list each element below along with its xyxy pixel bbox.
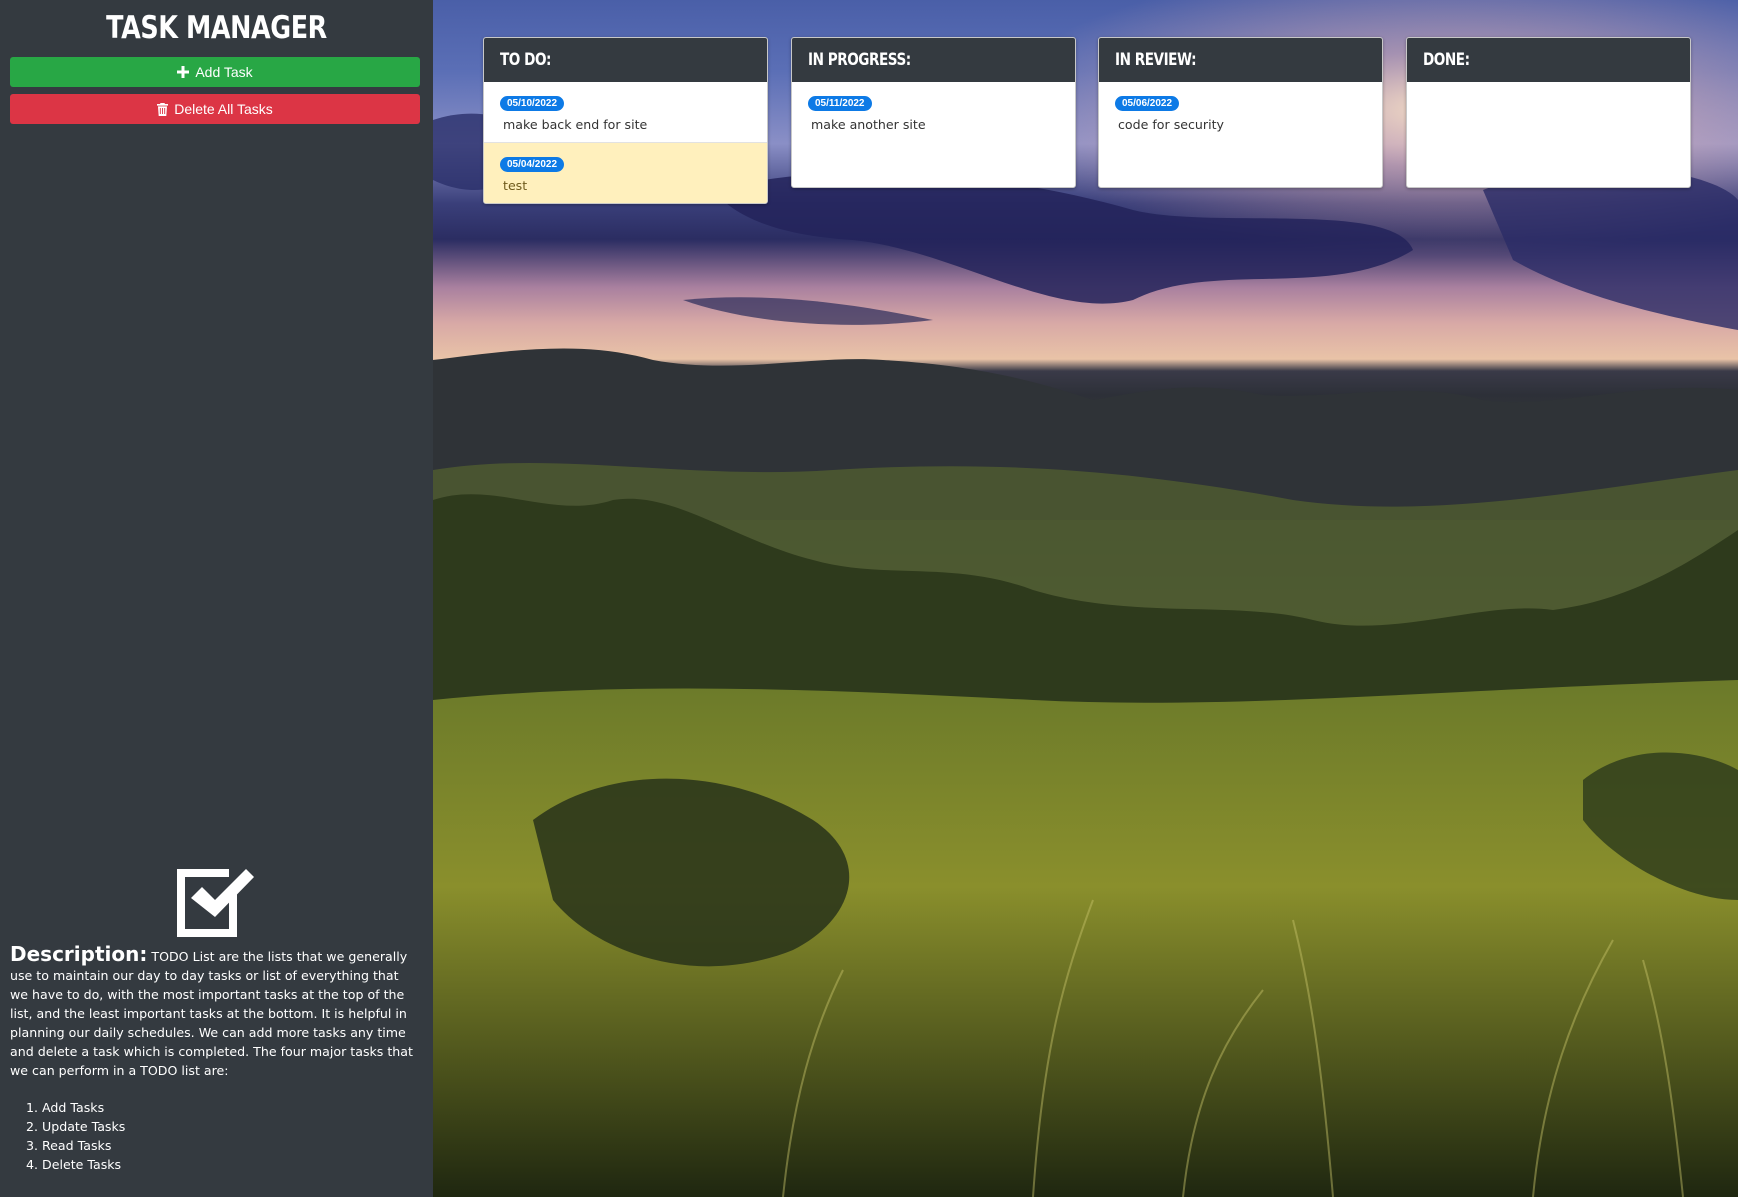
task-date-badge: 05/04/2022	[500, 157, 565, 172]
app-title: Task Manager	[106, 10, 327, 46]
task-text: make another site	[811, 117, 926, 132]
task-card[interactable]: 05/11/2022 make another site	[792, 82, 1075, 142]
task-text: test	[503, 178, 528, 193]
column-body: 05/11/2022 make another site	[792, 82, 1075, 187]
column-header: In Review:	[1099, 38, 1382, 82]
task-card[interactable]: 05/10/2022 make back end for site	[484, 82, 767, 143]
column-in-review: In Review: 05/06/2022 code for security	[1098, 37, 1383, 188]
delete-all-tasks-button[interactable]: Delete All Tasks	[10, 94, 420, 124]
add-task-button[interactable]: Add Task	[10, 57, 420, 87]
description-text: TODO List are the lists that we generall…	[10, 949, 413, 1078]
delete-all-tasks-label: Delete All Tasks	[174, 101, 273, 117]
checkbox-icon	[175, 866, 255, 938]
task-date-badge: 05/10/2022	[500, 96, 565, 111]
task-date-badge: 05/06/2022	[1115, 96, 1180, 111]
feature-list: Add Tasks Update Tasks Read Tasks Delete…	[18, 1098, 125, 1174]
description: Description: TODO List are the lists tha…	[10, 942, 420, 1080]
column-body: 05/06/2022 code for security	[1099, 82, 1382, 187]
column-title: In Review:	[1115, 50, 1197, 70]
sidebar: Task Manager Add Task Delete All Tasks D…	[0, 0, 433, 1197]
column-title: To Do:	[500, 50, 551, 70]
column-header: In Progress:	[792, 38, 1075, 82]
column-done: Done:	[1406, 37, 1691, 188]
column-in-progress: In Progress: 05/11/2022 make another sit…	[791, 37, 1076, 188]
list-item: Add Tasks	[42, 1098, 125, 1117]
list-item: Delete Tasks	[42, 1155, 125, 1174]
column-title: Done:	[1423, 50, 1470, 70]
column-header: To Do:	[484, 38, 767, 82]
task-text: make back end for site	[503, 117, 648, 132]
plus-icon	[177, 66, 190, 78]
list-item: Read Tasks	[42, 1136, 125, 1155]
column-todo: To Do: 05/10/2022 make back end for site…	[483, 37, 768, 204]
add-task-label: Add Task	[195, 64, 253, 80]
list-item: Update Tasks	[42, 1117, 125, 1136]
task-text: code for security	[1118, 117, 1224, 132]
trash-icon	[157, 102, 169, 116]
task-date-badge: 05/11/2022	[808, 96, 872, 111]
column-body[interactable]	[1407, 82, 1690, 187]
column-body: 05/10/2022 make back end for site 05/04/…	[484, 82, 767, 203]
board-area: To Do: 05/10/2022 make back end for site…	[433, 0, 1738, 1197]
description-label: Description:	[10, 942, 148, 966]
column-header: Done:	[1407, 38, 1690, 82]
app: Task Manager Add Task Delete All Tasks D…	[0, 0, 1738, 1197]
task-card[interactable]: 05/06/2022 code for security	[1099, 82, 1382, 142]
task-card[interactable]: 05/04/2022 test	[484, 143, 767, 203]
column-title: In Progress:	[808, 50, 911, 70]
